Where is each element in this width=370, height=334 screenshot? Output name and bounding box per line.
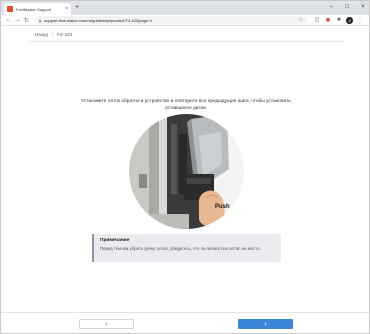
lock-icon: 🔒︎ (39, 17, 42, 23)
arrow-left-icon[interactable]: ← (4, 16, 13, 25)
star-icon[interactable]: ☆ (299, 17, 303, 23)
next-button[interactable]: › (238, 319, 293, 329)
profile-icon[interactable]: J (346, 16, 353, 24)
note-title: Примечание (100, 238, 130, 243)
extension-icon[interactable]: ◫ (313, 16, 321, 24)
tray-illustration: Push (129, 114, 244, 229)
note-text: Перед тем как убрать ручку лотка, убедит… (100, 246, 261, 251)
minimize-icon[interactable]: – (323, 1, 339, 13)
tray-push-image: Push (129, 114, 244, 229)
browser-tab[interactable]: FoldMaster Support × (4, 3, 71, 15)
tab-strip: FoldMaster Support × + – □ × (1, 1, 369, 15)
breadcrumb-separator: / (51, 32, 54, 37)
breadcrumb-back-link[interactable]: Назад (35, 32, 48, 37)
instruction-text: Установите лоток обратно в устройство и … (81, 99, 291, 111)
back-button[interactable]: ‹ (79, 319, 134, 329)
url-text[interactable]: support.tera-maker.com/ru/guide/repl/pro… (44, 18, 296, 23)
new-tab-icon[interactable]: + (75, 4, 79, 12)
breadcrumb: Назад / F4–423 (35, 32, 72, 37)
tab-title: FoldMaster Support (16, 6, 52, 12)
favicon-icon (7, 6, 13, 12)
maximize-icon[interactable]: □ (339, 1, 355, 13)
chevron-right-icon: › (264, 320, 267, 328)
divider (29, 41, 343, 42)
note-box: Примечание Перед тем как убрать ручку ло… (92, 234, 281, 262)
browser-window: FoldMaster Support × + – □ × ← → ↻ 🔒︎ su… (0, 0, 370, 334)
reload-icon[interactable]: ↻ (22, 16, 31, 25)
arrow-right-icon[interactable]: → (13, 16, 22, 25)
extension-red-icon[interactable]: ▣ (324, 16, 332, 24)
extension-puzzle-icon[interactable]: ✱ (335, 16, 343, 24)
chevron-left-icon: ‹ (105, 320, 108, 328)
push-label: Push (215, 204, 230, 210)
footer-divider (1, 312, 369, 313)
menu-icon[interactable]: ⋮ (356, 16, 364, 24)
browser-toolbar: ← → ↻ 🔒︎ support.tera-maker.com/ru/guide… (1, 15, 369, 26)
breadcrumb-current: F4–423 (57, 32, 73, 37)
close-window-icon[interactable]: × (355, 1, 369, 13)
address-bar[interactable]: 🔒︎ support.tera-maker.com/ru/guide/repl/… (35, 16, 307, 24)
extension-icons: ◫ ▣ ✱ J ⋮ (313, 16, 367, 24)
tab-close-icon[interactable]: × (65, 6, 68, 12)
window-controls: – □ × (323, 1, 369, 13)
